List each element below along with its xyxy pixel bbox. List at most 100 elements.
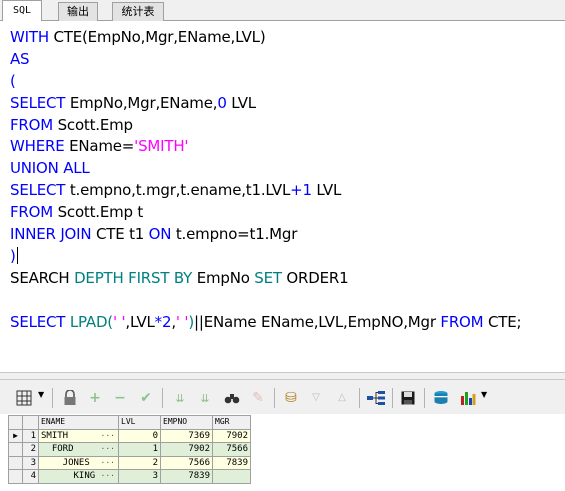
code-token: FROM [10, 115, 58, 134]
add-icon[interactable]: + [85, 388, 105, 408]
grid-corner [8, 415, 23, 430]
chevron-down-icon[interactable]: ▼ [481, 390, 487, 399]
code-line[interactable]: WITH CTE(EmpNo,Mgr,EName,LVL) [10, 27, 521, 49]
column-header-mgr[interactable]: MGR [212, 415, 251, 430]
code-token: LPAD( [69, 312, 113, 331]
cell-ename[interactable]: FORD ··· [38, 442, 119, 457]
code-line[interactable] [10, 290, 521, 312]
table-row[interactable]: 4 KING ··· 3 7839 [8, 469, 251, 484]
grid-icon[interactable] [14, 388, 34, 408]
grid-corner [22, 415, 39, 430]
cell-lvl[interactable]: 0 [118, 428, 161, 443]
code-token: SELECT [10, 93, 70, 112]
code-token: ( [10, 71, 16, 90]
ellipsis-icon[interactable]: ··· [101, 457, 115, 469]
code-line[interactable]: ( [10, 71, 521, 93]
column-header-ename[interactable]: ENAME [38, 415, 119, 430]
toolbar-separator [274, 388, 275, 408]
code-line[interactable]: SELECT t.empno,t.mgr,t.ename,t1.LVL+1 LV… [10, 180, 521, 202]
code-line[interactable]: INNER JOIN CTE t1 ON t.empno=t1.Mgr [10, 224, 521, 246]
row-number: 1 [22, 428, 39, 443]
last-icon[interactable]: ⇊ [195, 388, 215, 408]
code-line[interactable]: FROM Scott.Emp [10, 115, 521, 137]
code-token: Scott.Emp [57, 115, 133, 134]
cell-text: FORD [41, 444, 74, 455]
table-row[interactable]: 2 FORD ··· 1 7902 7566 [8, 442, 251, 457]
sql-editor[interactable]: WITH CTE(EmpNo,Mgr,EName,LVL) AS ( SELECT E… [0, 21, 565, 372]
chevron-down-icon[interactable]: ▼ [38, 390, 44, 399]
code-line[interactable]: ) [10, 246, 521, 268]
code-line[interactable]: WHERE EName='SMITH' [10, 136, 521, 158]
cell-text: KING [41, 471, 96, 482]
find-icon[interactable] [222, 388, 242, 408]
cell-empno[interactable]: 7369 [160, 428, 213, 443]
toolbar-separator [424, 388, 425, 408]
code-line[interactable]: SEARCH DEPTH FIRST BY EmpNo SET ORDER1 [10, 268, 521, 290]
code-token: SELECT [10, 181, 70, 200]
code-token: ) [10, 246, 16, 265]
cell-ename[interactable]: SMITH ··· [38, 428, 119, 443]
ellipsis-icon[interactable]: ··· [101, 443, 115, 455]
cell-mgr[interactable]: 7839 [212, 455, 251, 470]
code-token: CTE(EmpNo,Mgr,EName,LVL) [53, 28, 266, 46]
code-token: CTE t1 [95, 225, 149, 244]
prev-icon[interactable]: △ [332, 388, 352, 408]
tree-icon[interactable] [366, 388, 386, 408]
post-icon[interactable]: ✔ [136, 388, 156, 408]
next-icon[interactable]: ▽ [306, 388, 326, 408]
query-icon[interactable]: ⛁ [281, 388, 301, 408]
row-indicator[interactable] [8, 442, 23, 457]
code-token: DEPTH FIRST BY [74, 268, 197, 287]
tab-sql[interactable]: SQL [2, 0, 42, 22]
column-header-empno[interactable]: EMPNO [160, 415, 213, 430]
code-token: *2 [154, 312, 172, 331]
cell-lvl[interactable]: 2 [118, 455, 161, 470]
code-line[interactable]: AS [10, 49, 521, 71]
row-indicator[interactable]: ▶ [8, 428, 23, 443]
result-grid[interactable]: ENAME LVL EMPNO MGR ▶ 1 SMITH ··· 0 7369 7902 2… [0, 414, 565, 491]
cell-empno[interactable]: 7902 [160, 442, 213, 457]
tab-statistics[interactable]: 统计表 [112, 2, 164, 21]
code-token: EmpNo [196, 268, 255, 287]
cell-mgr[interactable] [212, 469, 251, 484]
code-token: ,LVL [125, 312, 155, 331]
table-row[interactable]: 3 JONES ··· 2 7566 7839 [8, 455, 251, 470]
code-line[interactable]: SELECT LPAD(' ',LVL*2,' ')||EName EName,… [10, 312, 522, 334]
db-icon[interactable] [431, 388, 451, 408]
pane-splitter[interactable] [0, 372, 565, 380]
code-token: UNION ALL [10, 159, 90, 178]
cell-mgr[interactable]: 7566 [212, 442, 251, 457]
chart-icon[interactable] [458, 388, 478, 408]
code-token: AS [10, 49, 30, 68]
code-line[interactable]: UNION ALL [10, 158, 521, 180]
row-number: 2 [22, 442, 39, 457]
cell-mgr[interactable]: 7902 [212, 428, 251, 443]
remove-icon[interactable]: − [110, 388, 130, 408]
cell-ename[interactable]: JONES ··· [38, 455, 119, 470]
row-indicator[interactable] [8, 455, 23, 470]
cell-ename[interactable]: KING ··· [38, 469, 119, 484]
cell-empno[interactable]: 7566 [160, 455, 213, 470]
first-icon[interactable]: ⇊ [170, 388, 190, 408]
code-line[interactable]: FROM Scott.Emp t [10, 202, 521, 224]
column-header-lvl[interactable]: LVL [118, 415, 161, 430]
code-line[interactable]: SELECT EmpNo,Mgr,EName,0 LVL [10, 93, 521, 115]
table-row[interactable]: ▶ 1 SMITH ··· 0 7369 7902 [8, 428, 251, 443]
code-token: EmpNo,Mgr,EName, [69, 93, 218, 112]
save-icon[interactable] [398, 388, 418, 408]
grid-toolbar: ▼ + − ✔ ⇊ ⇊ ✎ ⛁ ▽ △ ▼ [0, 380, 565, 414]
lock-icon[interactable] [60, 388, 80, 408]
cell-empno[interactable]: 7839 [160, 469, 213, 484]
sql-code[interactable]: WITH CTE(EmpNo,Mgr,EName,LVL) AS ( SELECT E… [10, 27, 522, 334]
ellipsis-icon[interactable]: ··· [101, 470, 115, 482]
clear-icon[interactable]: ✎ [248, 388, 268, 408]
row-number: 4 [22, 469, 39, 484]
code-token: 'SMITH' [134, 137, 189, 156]
code-token: ON [148, 225, 176, 244]
ellipsis-icon[interactable]: ··· [101, 430, 115, 442]
row-indicator[interactable] [8, 469, 23, 484]
tab-output[interactable]: 输出 [58, 2, 98, 21]
editor-gutter [0, 21, 6, 372]
cell-lvl[interactable]: 3 [118, 469, 161, 484]
cell-lvl[interactable]: 1 [118, 442, 161, 457]
